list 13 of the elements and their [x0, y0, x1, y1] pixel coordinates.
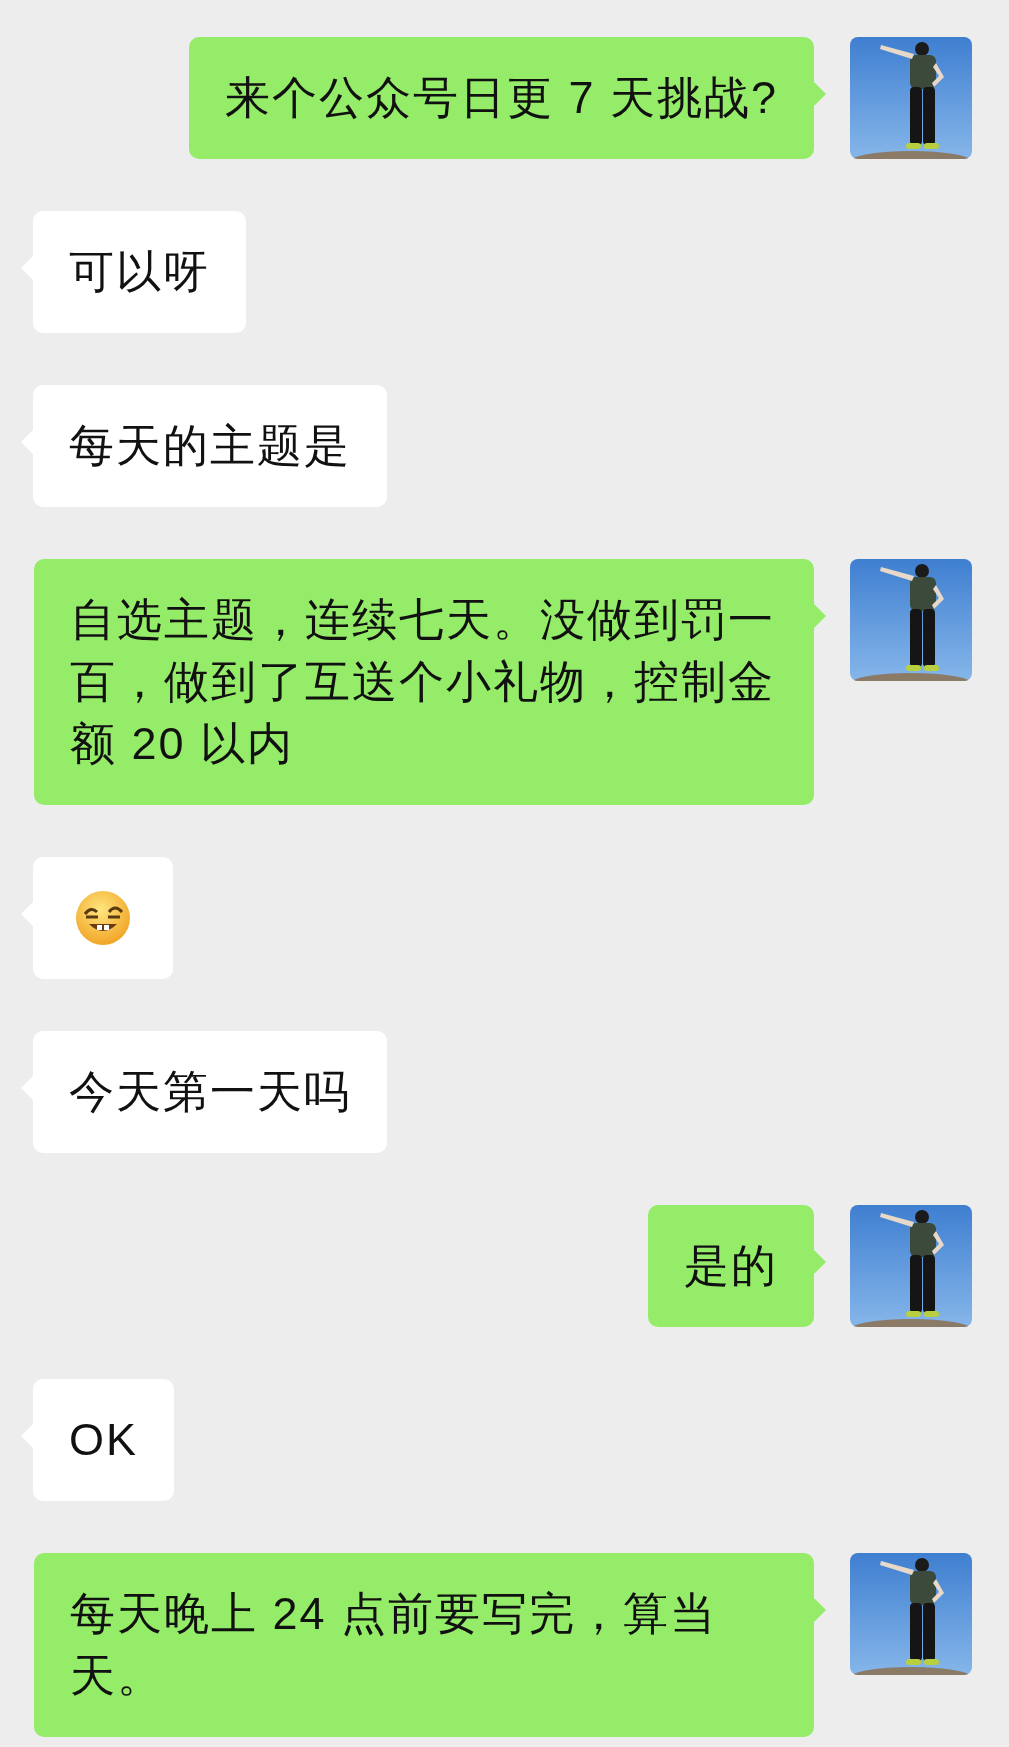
bubble-tail — [814, 604, 826, 628]
bubble-tail — [814, 1250, 826, 1274]
bubble-tail — [814, 82, 826, 106]
message-bubble: OK — [33, 1379, 175, 1501]
message-bubble: 今天第一天吗 — [33, 1031, 387, 1153]
grinning-face-icon — [75, 890, 131, 946]
bubble-tail — [814, 1598, 826, 1622]
message-bubble: 可以呀 — [33, 211, 246, 333]
message-bubble: 每天的主题是 — [33, 385, 387, 507]
message-bubble: 是的 — [648, 1205, 814, 1327]
message-bubble: 每天晚上 24 点前要写完，算当天。 — [34, 1553, 814, 1737]
message-bubble: 自选主题，连续七天。没做到罚一百，做到了互送个小礼物，控制金额 20 以内 — [34, 559, 814, 805]
message-bubble: 来个公众号日更 7 天挑战? — [188, 37, 814, 159]
